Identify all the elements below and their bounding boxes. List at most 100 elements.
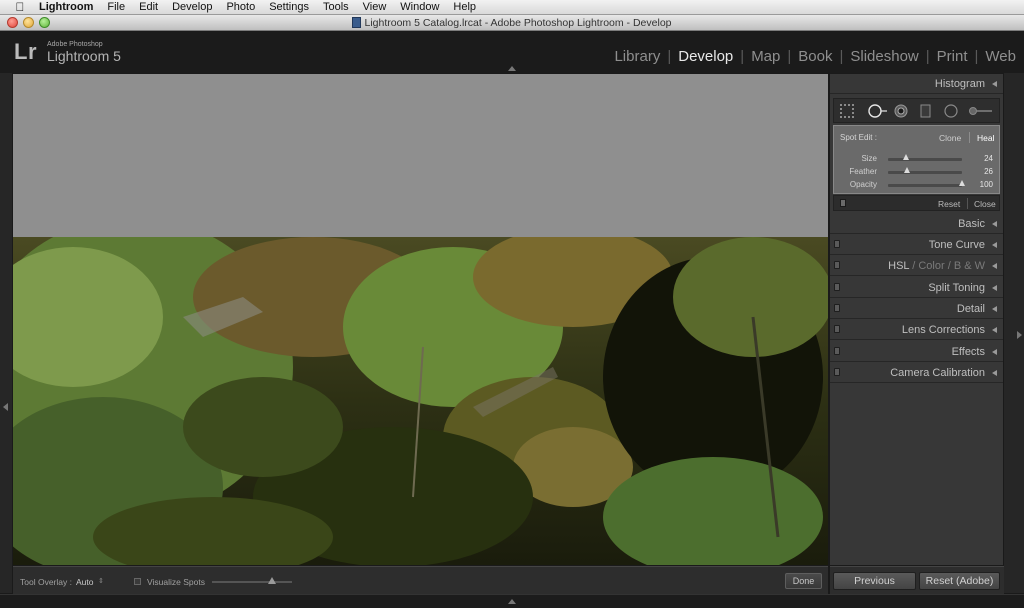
panel-switch-icon[interactable]	[834, 240, 840, 248]
graduated-filter-icon[interactable]	[920, 104, 932, 118]
slider-thumb-icon[interactable]	[268, 577, 276, 584]
menu-settings[interactable]: Settings	[269, 0, 309, 14]
panel-title: Effects	[951, 346, 985, 358]
spot-edit-label: Spot Edit :	[840, 133, 877, 142]
collapse-top-panel-icon[interactable]	[508, 66, 516, 71]
clone-mode-button[interactable]: Clone	[939, 133, 961, 143]
panel-switch-icon[interactable]	[834, 304, 840, 312]
radial-filter-icon[interactable]	[944, 104, 958, 118]
panel-histogram[interactable]: Histogram	[830, 74, 1003, 94]
menu-view[interactable]: View	[363, 0, 387, 14]
collapse-triangle-icon[interactable]	[992, 370, 997, 376]
panel-switch-icon[interactable]	[840, 199, 846, 207]
previous-button[interactable]: Previous	[833, 572, 916, 590]
spot-removal-icon[interactable]	[866, 104, 888, 118]
opacity-slider[interactable]	[888, 184, 962, 187]
panel-title: Basic	[958, 218, 985, 230]
module-slideshow[interactable]: Slideshow	[850, 48, 918, 65]
collapse-triangle-icon[interactable]	[992, 263, 997, 269]
panel-title: Split Toning	[928, 282, 985, 294]
collapse-triangle-icon[interactable]	[992, 306, 997, 312]
expand-filmstrip-icon[interactable]	[508, 599, 516, 604]
module-separator: |	[740, 48, 745, 65]
panel-title: Tone Curve	[928, 239, 985, 251]
panel-switch-icon[interactable]	[834, 283, 840, 291]
spot-reset-button[interactable]: Reset	[938, 199, 960, 209]
photo-forest[interactable]	[13, 237, 828, 565]
module-web[interactable]: Web	[985, 48, 1016, 65]
module-separator: |	[787, 48, 792, 65]
tool-overlay-select[interactable]: Auto	[76, 577, 94, 587]
module-book[interactable]: Book	[798, 48, 832, 65]
panel-camera-calibration[interactable]: Camera Calibration	[830, 363, 1003, 383]
menu-window[interactable]: Window	[400, 0, 439, 14]
mode-separator	[969, 132, 970, 143]
module-library[interactable]: Library	[614, 48, 660, 65]
panel-switch-icon[interactable]	[834, 347, 840, 355]
menu-tools[interactable]: Tools	[323, 0, 349, 14]
menu-edit[interactable]: Edit	[139, 0, 158, 14]
reset-adobe-button[interactable]: Reset (Adobe)	[919, 572, 1000, 590]
collapse-triangle-icon[interactable]	[992, 285, 997, 291]
image-canvas[interactable]	[13, 74, 828, 565]
window-titlebar: Lightroom 5 Catalog.lrcat - Adobe Photos…	[0, 15, 1024, 31]
panel-lens-corrections[interactable]: Lens Corrections	[830, 320, 1003, 340]
panel-detail[interactable]: Detail	[830, 299, 1003, 319]
menu-file[interactable]: File	[107, 0, 125, 14]
module-separator: |	[839, 48, 844, 65]
panel-switch-icon[interactable]	[834, 325, 840, 333]
feather-slider[interactable]	[888, 171, 962, 174]
spot-close-button[interactable]: Close	[974, 199, 996, 209]
collapse-triangle-icon[interactable]	[992, 81, 997, 87]
left-panel-collapsed	[0, 73, 12, 593]
collapse-triangle-icon[interactable]	[992, 327, 997, 333]
panel-hsl[interactable]: HSL / Color / B & W	[830, 256, 1003, 276]
panel-tone-curve[interactable]: Tone Curve	[830, 235, 1003, 255]
heal-mode-button[interactable]: Heal	[977, 133, 994, 143]
module-print[interactable]: Print	[937, 48, 968, 65]
panel-effects[interactable]: Effects	[830, 342, 1003, 362]
size-slider[interactable]	[888, 158, 962, 161]
expand-left-panel-icon[interactable]	[3, 403, 8, 411]
adjustment-brush-icon[interactable]	[968, 104, 994, 118]
panel-title: HSL / Color / B & W	[888, 260, 985, 272]
visualize-spots-checkbox[interactable]	[134, 578, 141, 585]
module-develop[interactable]: Develop	[678, 48, 733, 65]
panel-title: Lens Corrections	[901, 324, 985, 336]
panel-switch-icon[interactable]	[834, 368, 840, 376]
bw-tab[interactable]: B & W	[954, 260, 985, 272]
tool-overlay-label: Tool Overlay :	[20, 577, 72, 587]
menu-photo[interactable]: Photo	[226, 0, 255, 14]
size-slider-thumb[interactable]	[902, 154, 909, 160]
collapse-triangle-icon[interactable]	[992, 349, 997, 355]
module-map[interactable]: Map	[751, 48, 780, 65]
menu-app-name[interactable]: Lightroom	[39, 0, 93, 14]
apple-icon[interactable]: 	[13, 0, 27, 14]
module-picker: Library | Develop | Map | Book | Slidesh…	[614, 48, 1016, 65]
collapse-triangle-icon[interactable]	[992, 221, 997, 227]
right-panel-edge	[1004, 73, 1024, 593]
crop-overlay-icon[interactable]	[840, 104, 856, 118]
size-value[interactable]: 24	[984, 154, 993, 163]
feather-slider-thumb[interactable]	[904, 167, 911, 173]
panel-title: Histogram	[934, 78, 985, 90]
red-eye-icon[interactable]	[894, 104, 908, 118]
collapse-triangle-icon[interactable]	[992, 242, 997, 248]
hsl-tab[interactable]: HSL	[888, 260, 909, 272]
panel-basic[interactable]: Basic	[830, 214, 1003, 234]
opacity-value[interactable]: 100	[980, 180, 993, 189]
visualize-threshold-slider[interactable]	[212, 581, 292, 583]
done-button[interactable]: Done	[785, 573, 822, 589]
panel-split-toning[interactable]: Split Toning	[830, 278, 1003, 298]
module-separator: |	[925, 48, 930, 65]
updown-arrow-icon[interactable]: ⇕	[98, 577, 104, 585]
color-tab[interactable]: Color	[918, 260, 944, 272]
menu-develop[interactable]: Develop	[172, 0, 212, 14]
feather-value[interactable]: 26	[984, 167, 993, 176]
menu-help[interactable]: Help	[453, 0, 476, 14]
menu-bar:  Lightroom File Edit Develop Photo Sett…	[0, 0, 1024, 15]
panel-switch-icon[interactable]	[834, 261, 840, 269]
opacity-slider-thumb[interactable]	[959, 180, 965, 186]
collapse-right-panel-icon[interactable]	[1017, 331, 1022, 339]
feather-label: Feather	[849, 167, 877, 176]
